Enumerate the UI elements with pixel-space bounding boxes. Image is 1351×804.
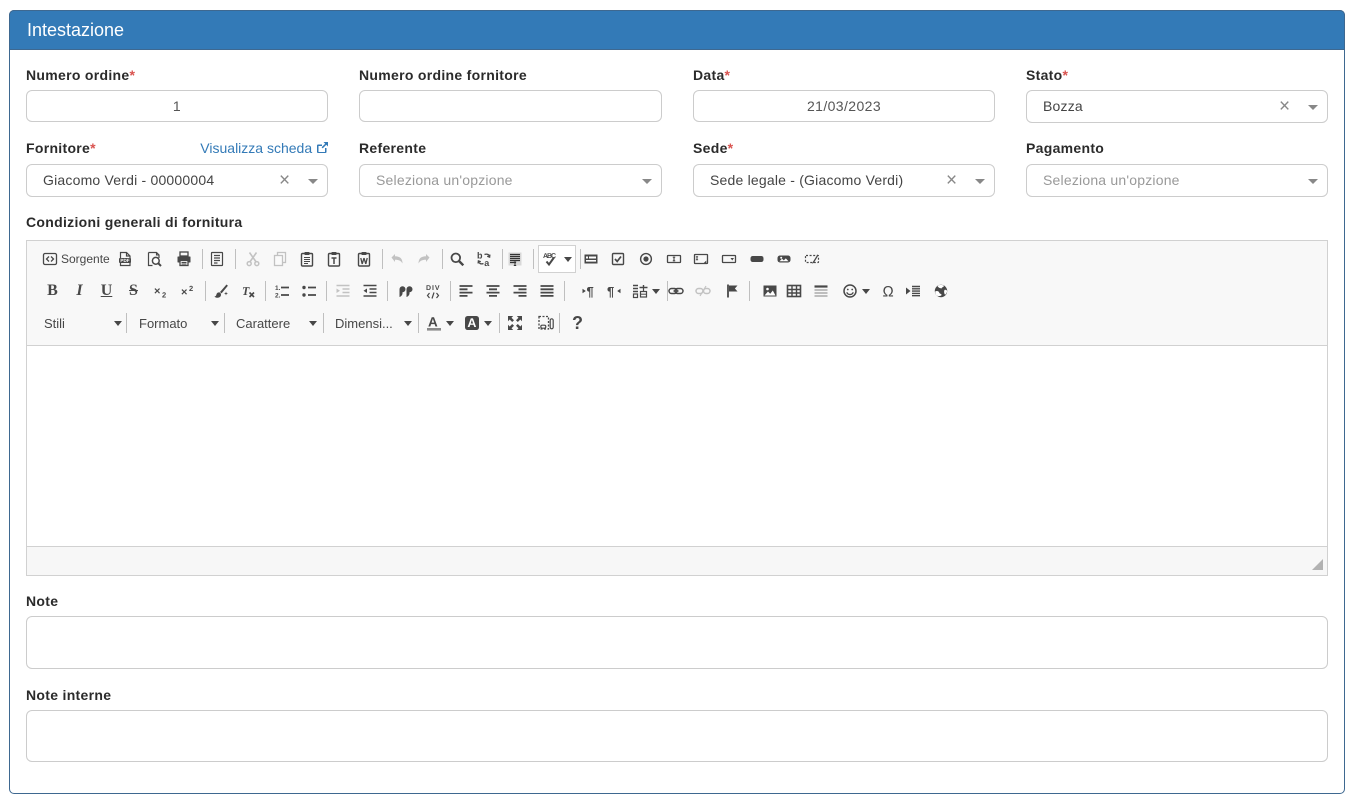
svg-text:DIV: DIV [426,285,440,292]
svg-text:2: 2 [162,291,166,300]
svg-text:A: A [467,316,476,330]
svg-text:¶: ¶ [586,284,593,299]
svg-text:×: × [154,286,160,298]
svg-text:b: b [477,251,483,261]
svg-text:¶: ¶ [607,284,614,299]
svg-text:A: A [428,315,438,330]
svg-text:T: T [242,284,250,298]
svg-text:a: a [484,258,490,267]
svg-text:2: 2 [189,284,193,293]
svg-text:1.: 1. [275,285,281,292]
svg-text:×: × [181,287,187,299]
svg-text:2.: 2. [275,293,281,300]
svg-text:Ω: Ω [882,284,893,300]
svg-text:PDF: PDF [121,258,130,263]
